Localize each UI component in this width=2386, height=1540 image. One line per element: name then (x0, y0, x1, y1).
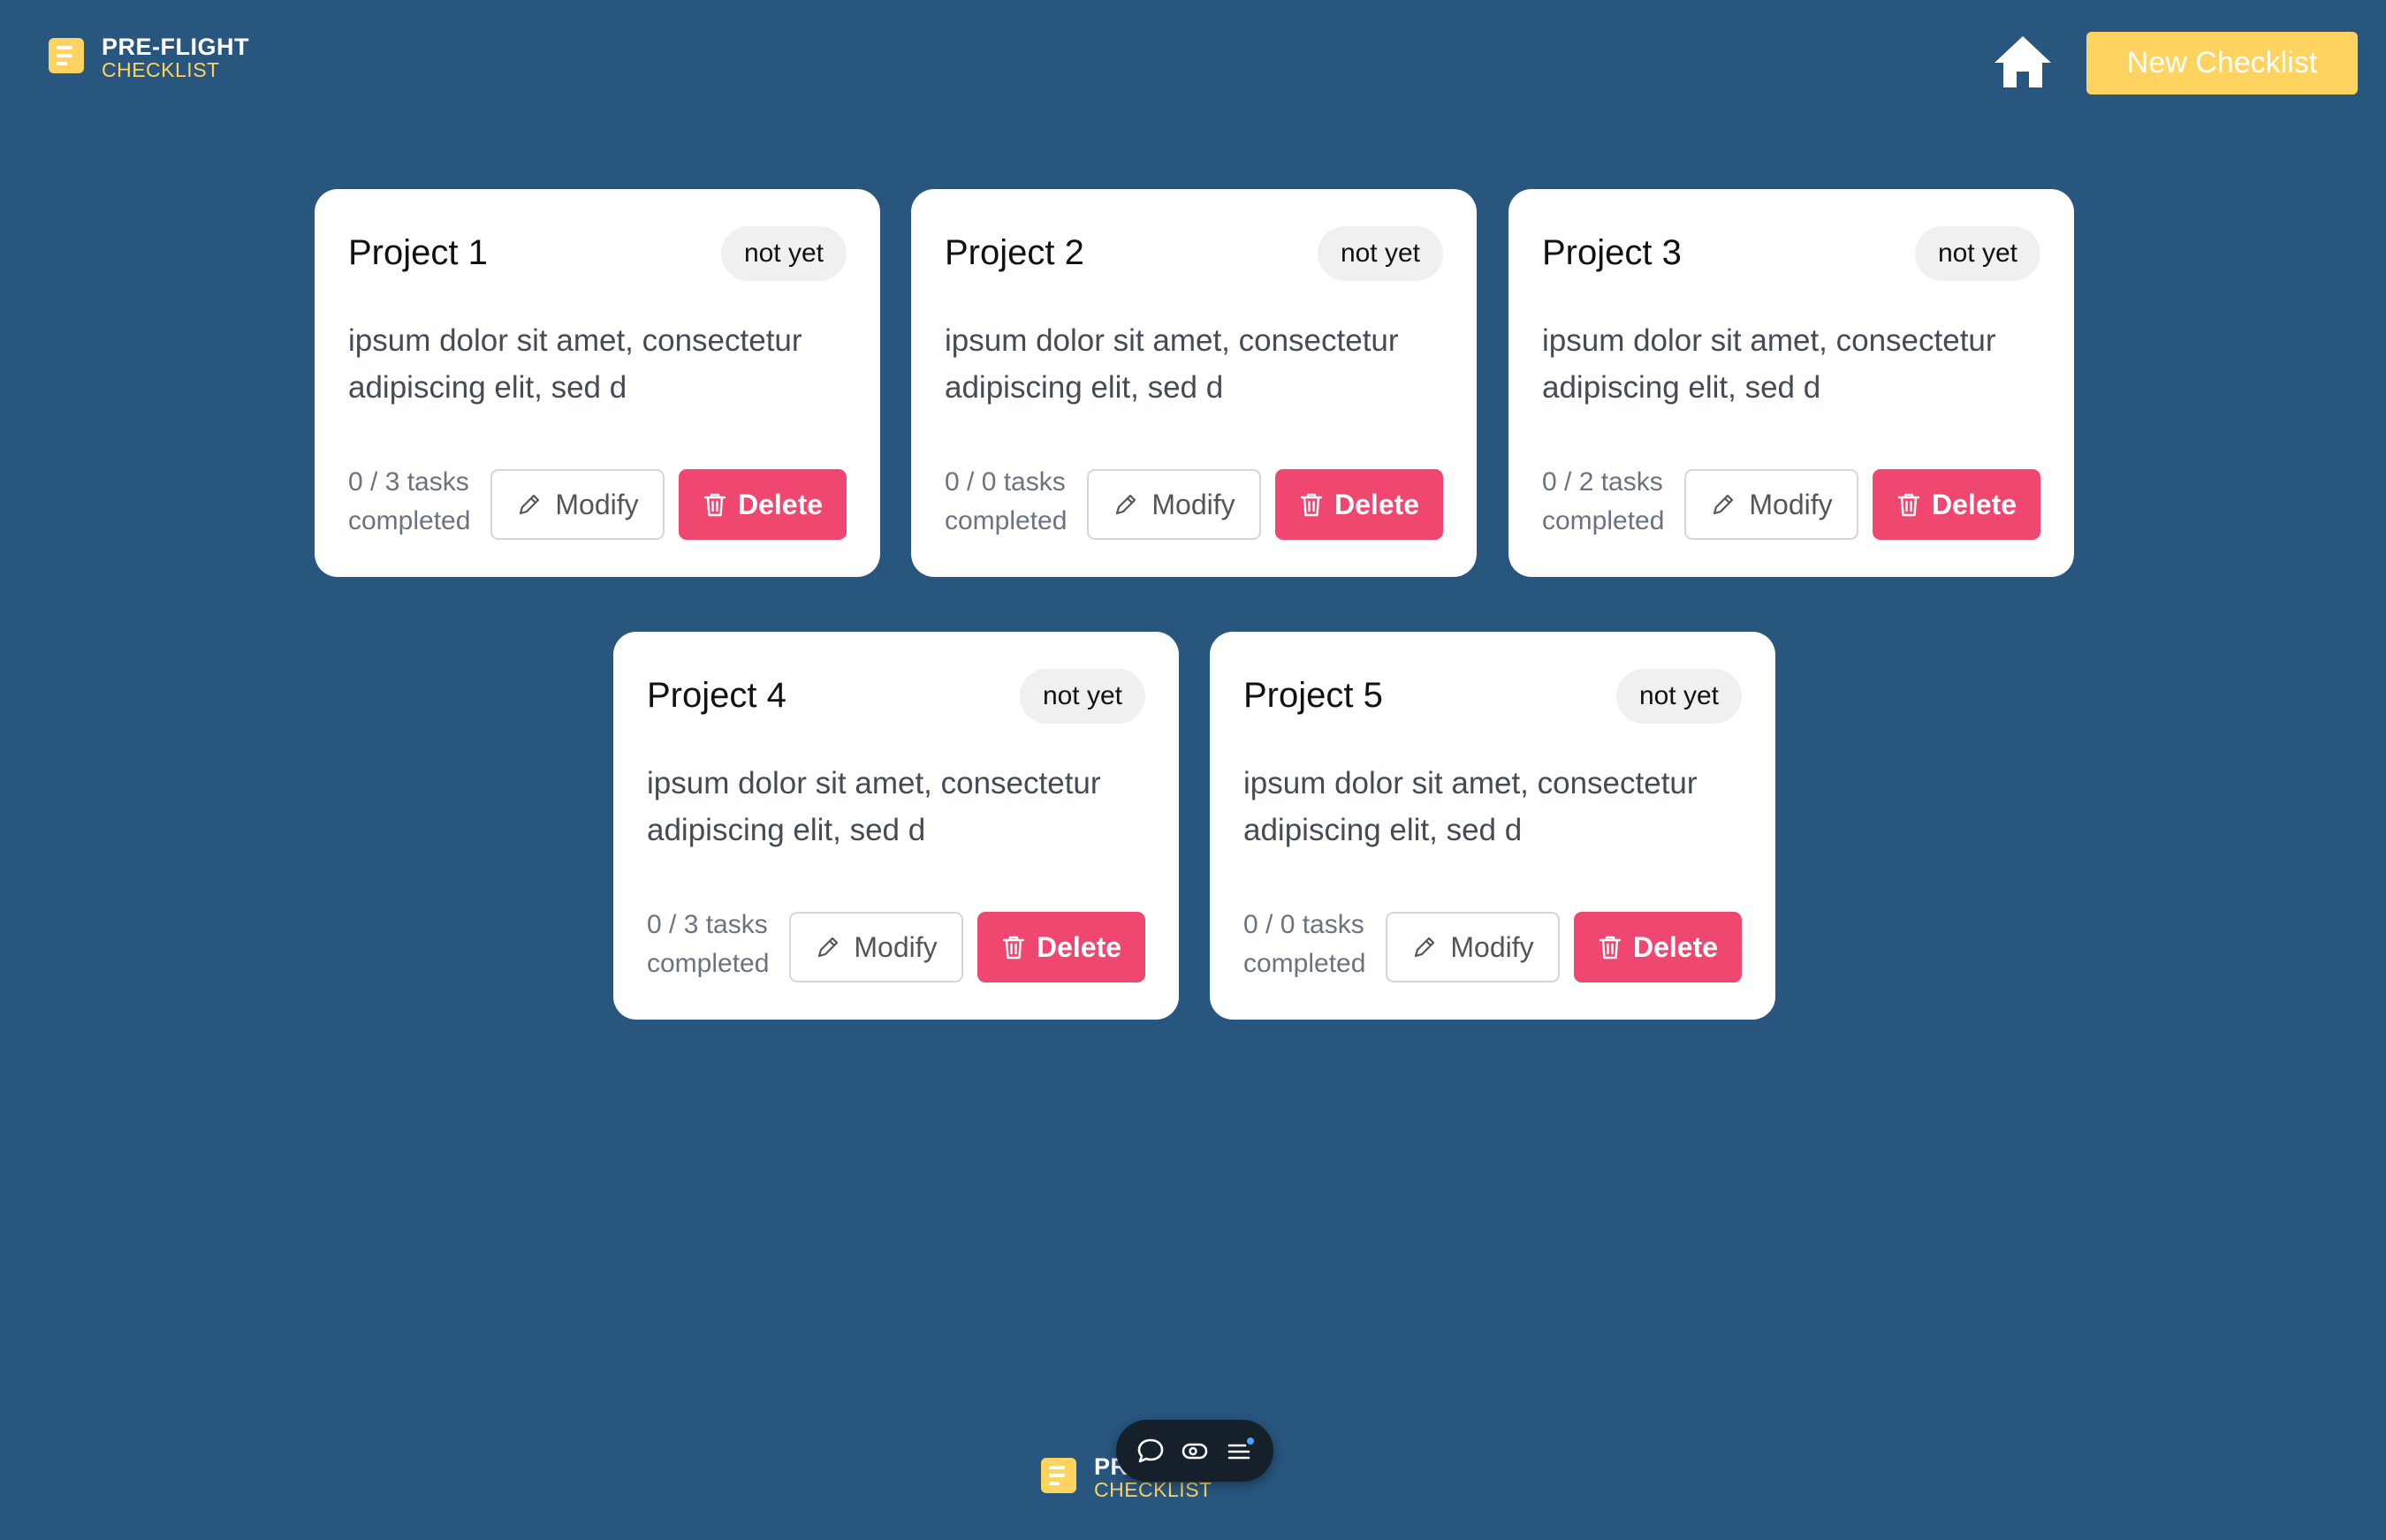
delete-label: Delete (1036, 930, 1122, 963)
tasks-progress: 0 / 0 tasks completed (945, 467, 1068, 535)
trash-icon (1599, 936, 1622, 960)
status-badge: not yet (1615, 669, 1742, 724)
project-title: Project 1 (348, 233, 488, 272)
delete-label: Delete (1334, 488, 1420, 520)
status-badge: not yet (720, 226, 847, 281)
delete-label: Delete (1632, 930, 1719, 963)
project-description: ipsum dolor sit amet, consectetur adipis… (647, 766, 1101, 847)
footer-logo-subtitle: CHECKLIST (1094, 1478, 1212, 1501)
trash-icon (703, 493, 726, 517)
modify-label: Modify (1450, 930, 1534, 963)
project-description: ipsum dolor sit amet, consectetur adipis… (1542, 323, 1996, 405)
trash-icon (1897, 493, 1920, 517)
tasks-progress: 0 / 0 tasks completed (1243, 910, 1366, 978)
project-title: Project 3 (1542, 233, 1682, 272)
trash-icon (1002, 936, 1025, 960)
tasks-progress: 0 / 3 tasks completed (647, 910, 770, 978)
status-badge: not yet (1317, 226, 1443, 281)
delete-button[interactable]: Delete (1574, 912, 1742, 982)
project-description: ipsum dolor sit amet, consectetur adipis… (348, 323, 802, 405)
notepad-icon (49, 38, 84, 73)
modify-button[interactable]: Modify (490, 469, 665, 540)
project-card: Project 3 not yet ipsum dolor sit amet, co… (1508, 189, 2074, 577)
pencil-icon (818, 937, 839, 958)
delete-button[interactable]: Delete (977, 912, 1145, 982)
modify-button[interactable]: Modify (1386, 912, 1560, 982)
modify-button[interactable]: Modify (789, 912, 963, 982)
project-card: Project 1 not yet ipsum dolor sit amet, co… (315, 189, 880, 577)
logo-subtitle: CHECKLIST (102, 58, 220, 81)
tasks-progress: 0 / 2 tasks completed (1542, 467, 1665, 535)
project-card: Project 4 not yet ipsum dolor sit amet, co… (613, 632, 1179, 1020)
logo-title: PRE-FLIGHT (102, 34, 249, 60)
modify-label: Modify (1749, 488, 1833, 520)
delete-label: Delete (1931, 488, 2017, 520)
delete-button[interactable]: Delete (1873, 469, 2040, 540)
notepad-icon (1041, 1458, 1076, 1493)
modify-label: Modify (1151, 488, 1235, 520)
pencil-icon (1116, 494, 1136, 515)
modify-button[interactable]: Modify (1684, 469, 1858, 540)
pencil-icon (1415, 937, 1435, 958)
project-title: Project 4 (647, 676, 786, 715)
modify-label: Modify (555, 488, 639, 520)
status-badge: not yet (1914, 226, 2040, 281)
project-title: Project 2 (945, 233, 1084, 272)
tasks-progress: 0 / 3 tasks completed (348, 467, 471, 535)
project-description: ipsum dolor sit amet, consectetur adipis… (945, 323, 1399, 405)
project-description: ipsum dolor sit amet, consectetur adipis… (1243, 766, 1698, 847)
new-checklist-button[interactable]: New Checklist (2086, 32, 2358, 95)
trash-icon (1300, 493, 1323, 517)
project-card: Project 2 not yet ipsum dolor sit amet, co… (911, 189, 1477, 577)
comment-icon[interactable] (1136, 1436, 1166, 1466)
app-logo[interactable]: PRE-FLIGHT CHECKLIST (49, 35, 249, 80)
project-title: Project 5 (1243, 676, 1383, 715)
modify-button[interactable]: Modify (1087, 469, 1261, 540)
home-button[interactable] (1993, 34, 2053, 90)
project-card: Project 5 not yet ipsum dolor sit amet, co… (1210, 632, 1775, 1020)
status-badge: not yet (1019, 669, 1145, 724)
pencil-icon (520, 494, 540, 515)
toggle-icon[interactable] (1180, 1436, 1210, 1466)
pencil-icon (1714, 494, 1734, 515)
delete-button[interactable]: Delete (679, 469, 847, 540)
menu-icon[interactable] (1224, 1436, 1254, 1466)
home-icon (1995, 36, 2051, 87)
modify-label: Modify (854, 930, 938, 963)
delete-label: Delete (737, 488, 824, 520)
notification-dot (1247, 1438, 1254, 1445)
delete-button[interactable]: Delete (1275, 469, 1443, 540)
floating-toolbar (1116, 1420, 1273, 1482)
